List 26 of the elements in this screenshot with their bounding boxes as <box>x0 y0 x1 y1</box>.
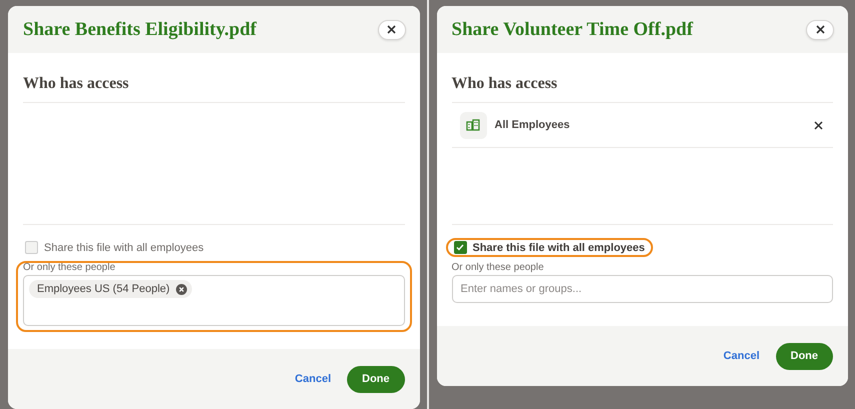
done-button[interactable]: Done <box>347 366 404 392</box>
access-name: All Employees <box>494 119 571 131</box>
done-button[interactable]: Done <box>776 342 833 370</box>
close-icon <box>816 25 824 34</box>
check-icon <box>456 244 464 251</box>
building-icon <box>460 112 486 138</box>
section-heading: Who has access <box>452 53 833 103</box>
close-button[interactable] <box>806 20 834 40</box>
field-label: Or only these people <box>23 262 116 273</box>
section-heading: Who has access <box>23 53 404 103</box>
remove-icon[interactable] <box>176 284 187 294</box>
close-button[interactable] <box>378 20 406 40</box>
dialog-title: Share Benefits Eligibility.pdf <box>23 18 256 40</box>
people-field[interactable]: Enter names or groups... <box>452 275 833 303</box>
checkbox-label: Share this file with all employees <box>472 242 645 254</box>
checkbox[interactable] <box>454 241 466 254</box>
cancel-link[interactable]: Cancel <box>294 373 331 385</box>
field-label: Or only these people <box>452 262 545 273</box>
people-field[interactable]: Employees US (54 People) <box>23 275 404 326</box>
dialog-title: Share Volunteer Time Off.pdf <box>452 18 693 40</box>
cancel-link[interactable]: Cancel <box>723 350 760 362</box>
text-input[interactable]: Enter names or groups... <box>458 280 827 298</box>
group-chip: Employees US (54 People) <box>29 280 192 298</box>
close-icon <box>387 25 396 34</box>
remove-icon[interactable] <box>814 120 823 130</box>
checkbox-label: Share this file with all employees <box>44 242 204 254</box>
